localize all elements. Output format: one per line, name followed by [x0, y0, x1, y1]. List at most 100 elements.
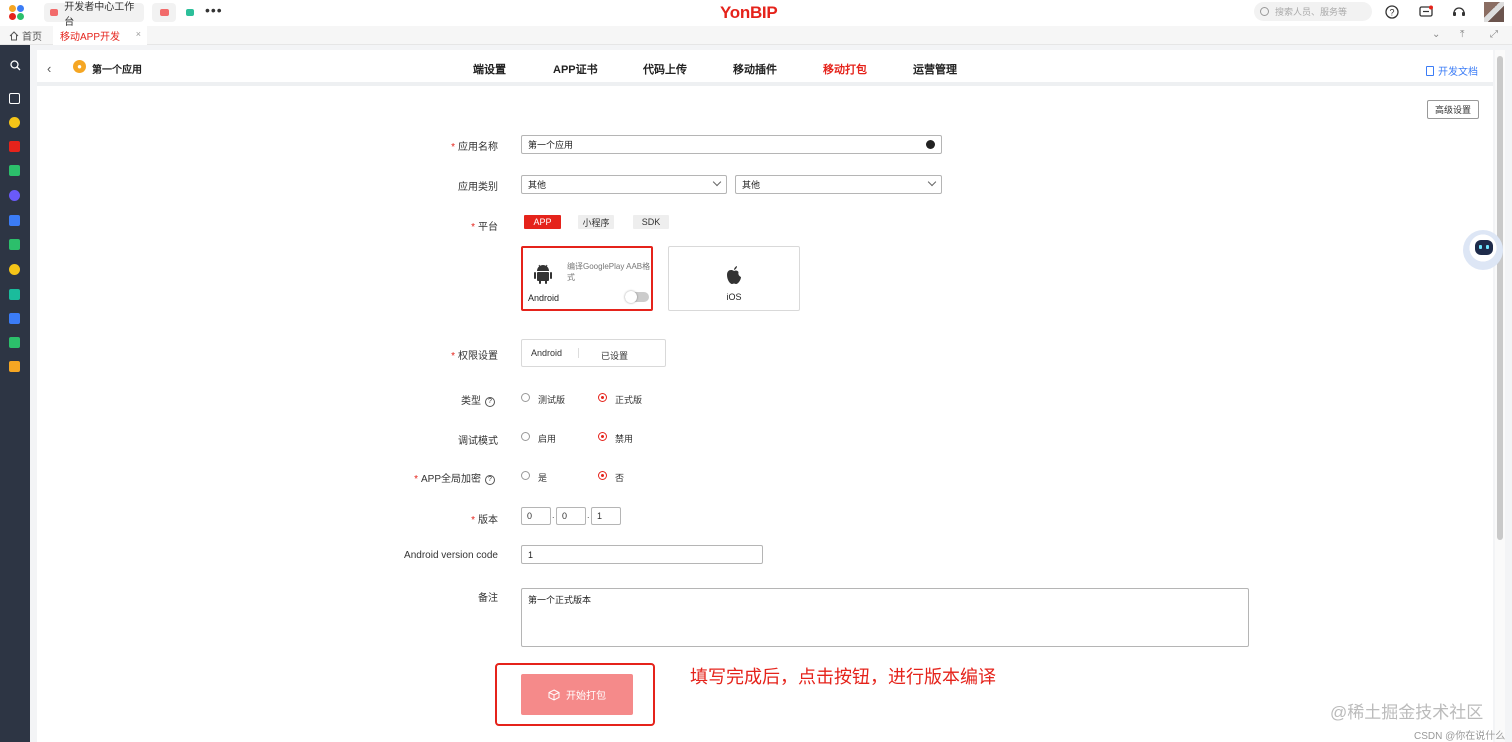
version-major-input[interactable]: 0: [521, 507, 551, 525]
help-icon[interactable]: ?: [485, 475, 495, 485]
android-version-code-input[interactable]: 1: [521, 545, 763, 564]
sidebar-item-app-1[interactable]: [9, 117, 20, 128]
svg-text:?: ?: [1389, 8, 1394, 18]
robot-face: [1475, 240, 1493, 255]
version-separator: .: [587, 510, 590, 520]
home-icon: [9, 30, 19, 40]
sidebar-item-app-11[interactable]: [9, 361, 20, 372]
version-minor-input[interactable]: 0: [556, 507, 586, 525]
apps-icon[interactable]: [9, 5, 25, 21]
platform-sdk-button[interactable]: SDK: [633, 215, 669, 229]
sidebar-item-app-9[interactable]: [9, 313, 20, 324]
tab-mobile-packaging[interactable]: 移动打包: [823, 61, 867, 77]
search-placeholder: 搜索人员、服务等: [1275, 7, 1348, 17]
type-release-radio[interactable]: [598, 393, 607, 402]
app-category-select-2[interactable]: 其他: [735, 175, 942, 194]
quick-app-tab-1[interactable]: [152, 3, 176, 22]
ios-card[interactable]: iOS: [668, 246, 800, 311]
avatar[interactable]: [1484, 2, 1504, 22]
page-tab-row: 首页 移动APP开发 × ⌄ ⤒ ⤢: [0, 26, 1512, 45]
tab-home[interactable]: 首页: [9, 28, 42, 43]
watermark-csdn: CSDN @你在说什么: [1414, 731, 1506, 742]
remark-textarea[interactable]: 第一个正式版本: [521, 588, 1249, 647]
dev-doc-label: 开发文档: [1438, 67, 1478, 78]
sidebar-item-app-6[interactable]: [9, 239, 20, 250]
sidebar-item-app-10[interactable]: [9, 337, 20, 348]
search-icon: [9, 59, 20, 70]
tab-home-label: 首页: [22, 32, 42, 43]
permission-platform: Android: [531, 348, 563, 358]
advanced-settings-button[interactable]: 高级设置: [1427, 100, 1479, 119]
upload-icon[interactable]: ⤒: [1460, 29, 1464, 40]
robot-assistant-icon[interactable]: [1463, 230, 1503, 270]
permission-settings-box[interactable]: Android 已设置: [521, 339, 666, 367]
quick-app-tab-2[interactable]: [180, 3, 200, 22]
sidebar-search[interactable]: [0, 55, 30, 75]
encryption-yes-radio[interactable]: [521, 471, 530, 480]
sidebar-item-files[interactable]: [9, 93, 20, 104]
version-label: * 版本: [471, 515, 498, 526]
support-icon[interactable]: [1452, 5, 1466, 19]
workbench-tab-label: 开发者中心工作台: [64, 1, 135, 28]
type-label: 类型?: [295, 392, 495, 407]
sidebar-item-app-3[interactable]: [9, 165, 20, 176]
android-version-code-label: Android version code: [404, 550, 498, 561]
chevron-down-icon: [927, 177, 937, 187]
aab-toggle[interactable]: [625, 291, 649, 303]
ios-card-title: iOS: [726, 292, 742, 302]
platform-miniprogram-button[interactable]: 小程序: [578, 215, 614, 229]
sidebar-item-app-5[interactable]: [9, 215, 20, 226]
platform-app-button[interactable]: APP: [524, 215, 561, 229]
globe-icon[interactable]: [926, 140, 935, 149]
apple-icon: [727, 266, 741, 284]
tab-mobile-app-dev[interactable]: 移动APP开发 ×: [53, 26, 147, 45]
more-icon[interactable]: •••: [205, 2, 223, 18]
back-icon[interactable]: ‹: [47, 61, 51, 76]
scrollbar-thumb[interactable]: [1497, 56, 1503, 540]
start-packaging-button[interactable]: 开始打包: [521, 674, 633, 715]
debug-disable-radio[interactable]: [598, 432, 607, 441]
encryption-yes-label: 是: [538, 473, 548, 483]
type-test-label: 测试版: [538, 395, 566, 405]
sidebar-item-app-4[interactable]: [9, 190, 20, 201]
chevron-down-icon[interactable]: ⌄: [1432, 29, 1440, 40]
sidebar-item-app-2[interactable]: [9, 141, 20, 152]
app-category-value-1: 其他: [528, 180, 547, 190]
tab-endpoint-settings[interactable]: 端设置: [473, 61, 506, 77]
app-name: 第一个应用: [92, 65, 142, 76]
watermark: @稀土掘金技术社区: [1330, 703, 1484, 722]
app-name-label: * 应用名称: [451, 142, 498, 153]
tab-code-upload[interactable]: 代码上传: [643, 61, 687, 77]
message-icon[interactable]: [1419, 5, 1433, 19]
tab-mobile-plugins[interactable]: 移动插件: [733, 61, 777, 77]
google-play-aab-note: 编译GooglePlay AAB格式: [567, 262, 651, 282]
expand-icon[interactable]: ⤢: [1490, 29, 1498, 40]
dev-doc-link[interactable]: 开发文档: [1426, 63, 1478, 78]
tab-app-certificate[interactable]: APP证书: [553, 61, 598, 77]
app-category-select-1[interactable]: 其他: [521, 175, 727, 194]
app-name-input[interactable]: 第一个应用: [521, 135, 942, 154]
sidebar-item-app-8[interactable]: [9, 289, 20, 300]
quick-app-icon: [159, 9, 169, 16]
android-card[interactable]: 编译GooglePlay AAB格式 Android: [521, 246, 653, 311]
close-icon[interactable]: ×: [136, 29, 141, 39]
tab-mobile-app-dev-label: 移动APP开发: [60, 32, 121, 43]
encryption-label: * APP全局加密?: [295, 470, 495, 485]
permission-status: 已设置: [601, 351, 629, 361]
sidebar-item-app-7[interactable]: [9, 264, 20, 275]
help-icon[interactable]: ?: [485, 397, 495, 407]
version-patch-input[interactable]: 1: [591, 507, 621, 525]
version-separator: .: [552, 510, 555, 520]
tab-operations[interactable]: 运营管理: [913, 61, 957, 77]
type-test-radio[interactable]: [521, 393, 530, 402]
permission-label: * 权限设置: [451, 351, 498, 362]
type-release-label: 正式版: [615, 395, 643, 405]
app-logo: ●: [73, 60, 86, 73]
left-sidebar: [0, 45, 30, 742]
global-search-input[interactable]: 搜索人员、服务等: [1254, 2, 1372, 21]
encryption-no-radio[interactable]: [598, 471, 607, 480]
annotation-text: 填写完成后，点击按钮，进行版本编译: [690, 667, 996, 687]
debug-enable-radio[interactable]: [521, 432, 530, 441]
workbench-tab[interactable]: 开发者中心工作台: [44, 2, 144, 28]
help-icon[interactable]: ?: [1385, 5, 1399, 19]
